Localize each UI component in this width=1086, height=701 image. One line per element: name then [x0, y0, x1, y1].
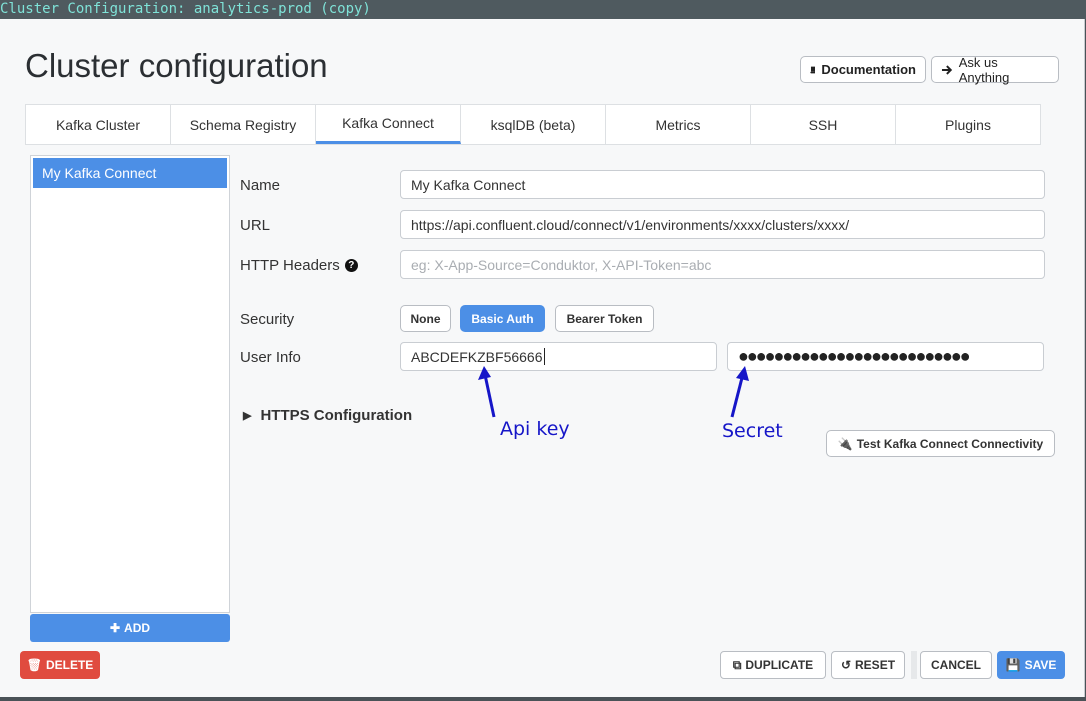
cancel-label: CANCEL	[931, 658, 981, 672]
https-configuration-toggle[interactable]: ▶ HTTPS Configuration	[243, 407, 412, 424]
api-key-annotation-arrow	[478, 366, 496, 418]
delete-label: DELETE	[45, 658, 94, 672]
add-button[interactable]: ✚ ADD	[30, 614, 230, 642]
window-titlebar: Cluster Configuration: analytics-prod (c…	[0, 0, 1086, 19]
page-title: Cluster configuration	[25, 47, 328, 84]
tab-plugins[interactable]: Plugins	[896, 105, 1040, 144]
name-value: My Kafka Connect	[411, 176, 526, 193]
bottom-strip	[0, 697, 1086, 701]
floppy-icon: 💾	[1005, 658, 1021, 672]
name-field[interactable]: My Kafka Connect	[400, 170, 1045, 199]
plus-icon: ✚	[109, 621, 121, 635]
http-headers-placeholder: eg: X-App-Source=Conduktor, X-API-Token=…	[411, 256, 712, 273]
https-configuration-label: HTTPS Configuration	[260, 407, 413, 424]
api-key-value: ABCDEFKZBF56666	[411, 348, 543, 365]
documentation-button[interactable]: Documentation	[800, 56, 926, 83]
trash-icon: 🗑	[26, 658, 42, 672]
cancel-button[interactable]: CANCEL	[920, 651, 992, 679]
undo-icon: ↺	[840, 658, 852, 672]
text-caret	[543, 348, 545, 365]
reset-label: RESET	[855, 658, 896, 672]
url-field[interactable]: https://api.confluent.cloud/connect/v1/e…	[400, 210, 1045, 239]
http-headers-text: HTTP Headers	[240, 257, 340, 274]
tab-metrics[interactable]: Metrics	[606, 105, 751, 144]
plug-icon: 🔌	[837, 436, 853, 451]
ask-label: Ask us Anything	[958, 54, 1010, 85]
add-label: ADD	[124, 621, 151, 635]
list-item-my-kafka-connect[interactable]: My Kafka Connect	[33, 158, 227, 188]
secret-field[interactable]: ●●●●●●●●●●●●●●●●●●●●●●●●●●	[727, 342, 1044, 371]
duplicate-label: DUPLICATE	[745, 658, 814, 672]
ask-us-anything-button[interactable]: Ask us Anything	[931, 54, 1059, 85]
cluster-config-window: Cluster configuration Documentation Ask …	[0, 19, 1085, 697]
test-connectivity-label: Test Kafka Connect Connectivity	[856, 436, 1044, 451]
duplicate-button[interactable]: ⧉ DUPLICATE	[720, 651, 826, 679]
documentation-label: Documentation	[821, 62, 916, 77]
question-icon[interactable]: ?	[344, 259, 358, 272]
config-tabs: Kafka Cluster Schema Registry Kafka Conn…	[25, 104, 1041, 145]
security-bearer-token-button[interactable]: Bearer Token	[555, 305, 654, 332]
tab-kafka-cluster[interactable]: Kafka Cluster	[26, 105, 171, 144]
book-icon	[810, 66, 816, 73]
secret-masked-value: ●●●●●●●●●●●●●●●●●●●●●●●●●●	[738, 346, 969, 366]
tab-kafka-connect[interactable]: Kafka Connect	[316, 105, 461, 144]
http-headers-field[interactable]: eg: X-App-Source=Conduktor, X-API-Token=…	[400, 250, 1045, 279]
save-button[interactable]: 💾 SAVE	[997, 651, 1065, 679]
copy-icon: ⧉	[732, 657, 742, 672]
security-basic-auth-button[interactable]: Basic Auth	[460, 305, 545, 332]
name-label: Name	[240, 177, 281, 194]
test-connectivity-button[interactable]: 🔌 Test Kafka Connect Connectivity	[826, 430, 1055, 457]
tab-schema-registry[interactable]: Schema Registry	[171, 105, 316, 144]
url-label: URL	[240, 217, 271, 234]
security-label: Security	[240, 311, 295, 328]
tab-ksqldb[interactable]: ksqlDB (beta)	[461, 105, 606, 144]
footer-divider	[911, 651, 917, 679]
reset-button[interactable]: ↺ RESET	[831, 651, 905, 679]
url-value: https://api.confluent.cloud/connect/v1/e…	[411, 216, 850, 233]
tab-ssh[interactable]: SSH	[751, 105, 896, 144]
security-none-button[interactable]: None	[400, 305, 451, 332]
api-key-field[interactable]: ABCDEFKZBF56666	[400, 342, 717, 371]
secret-annotation-arrow	[730, 366, 749, 418]
connect-list: My Kafka Connect	[30, 155, 230, 613]
save-label: SAVE	[1024, 658, 1057, 672]
user-info-label: User Info	[240, 349, 301, 366]
api-key-annotation: Api key	[500, 418, 570, 440]
secret-annotation: Secret	[722, 420, 783, 442]
arrow-right-icon	[941, 64, 953, 75]
http-headers-label: HTTP Headers ?	[240, 257, 358, 274]
delete-button[interactable]: 🗑 DELETE	[20, 651, 100, 679]
caret-right-icon: ▶	[243, 410, 252, 422]
